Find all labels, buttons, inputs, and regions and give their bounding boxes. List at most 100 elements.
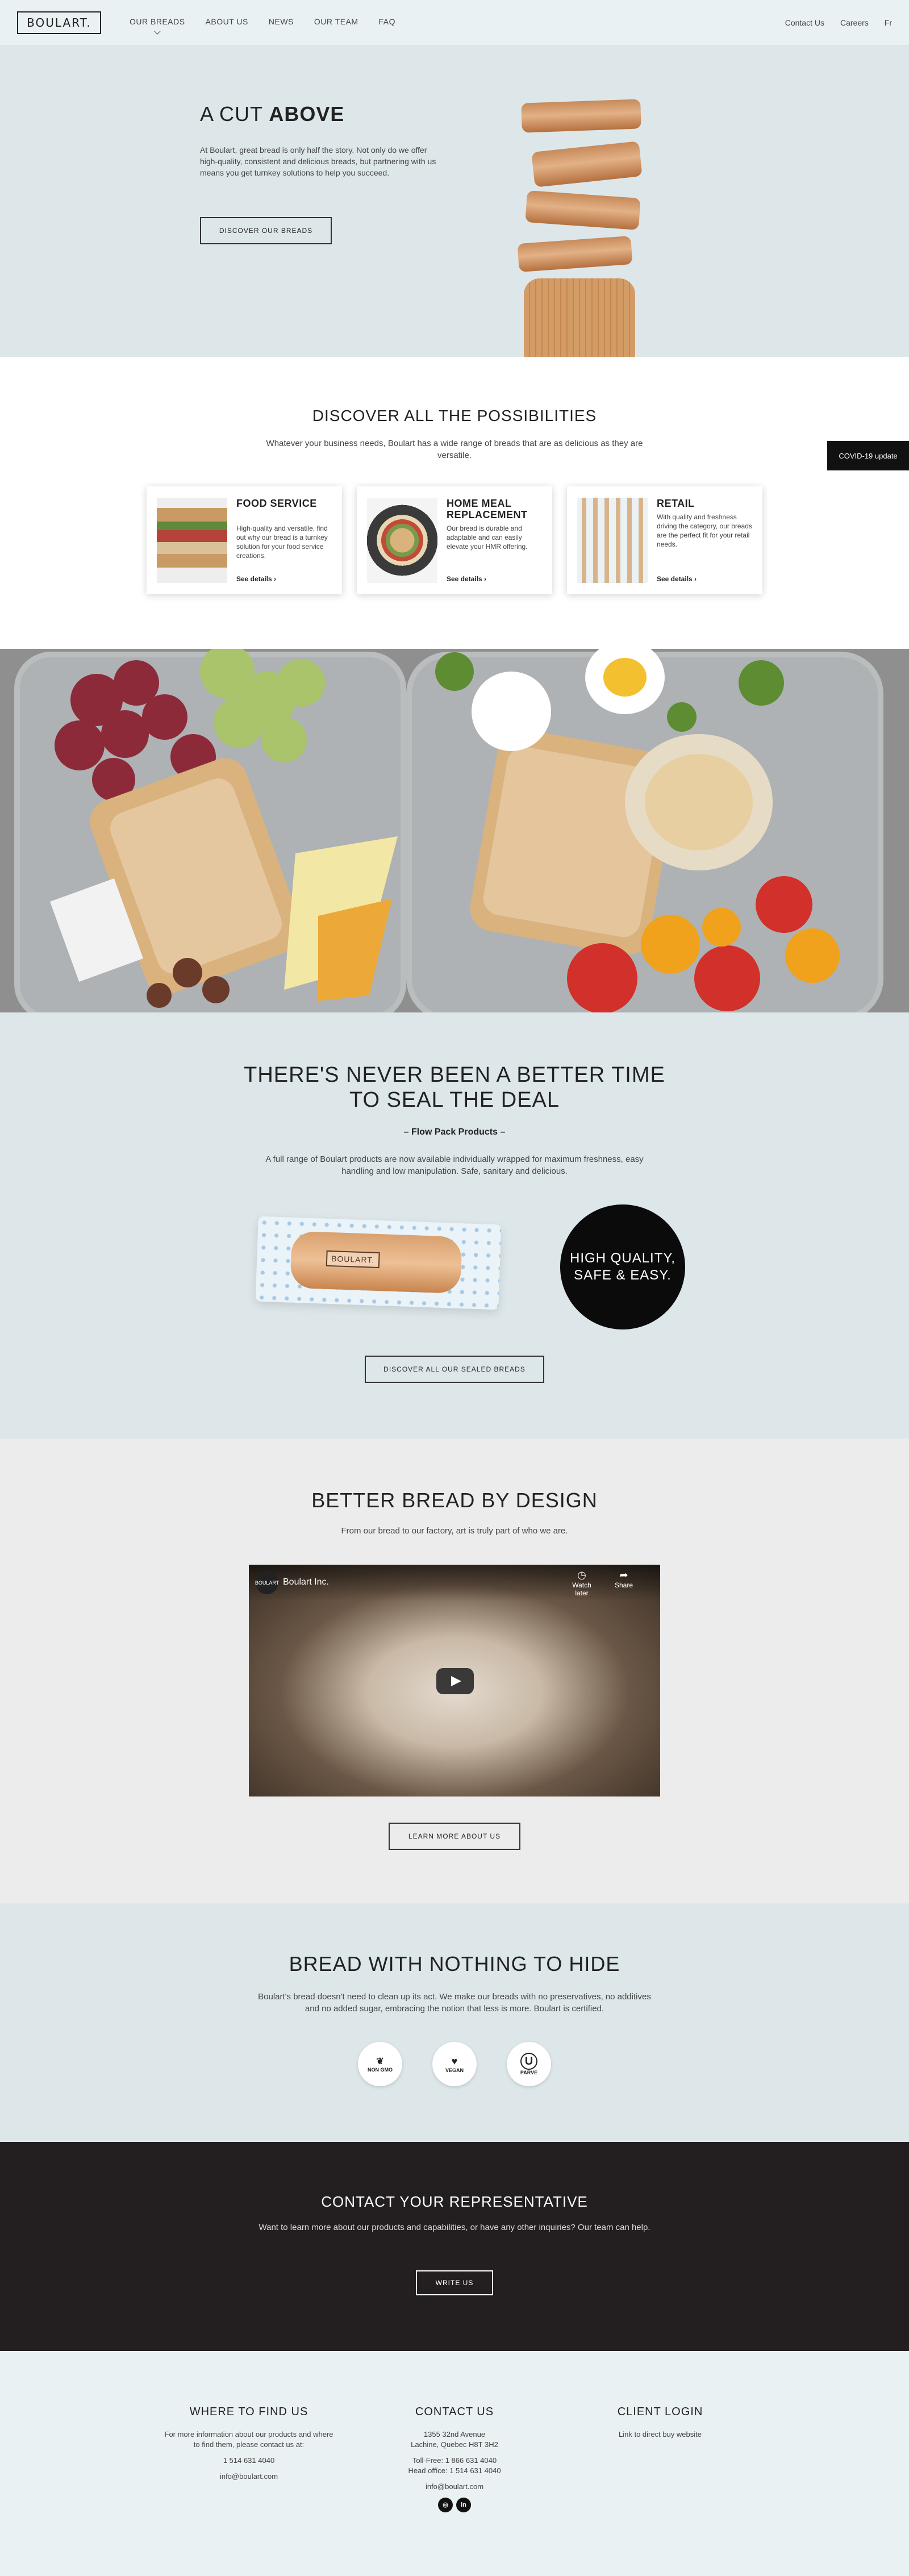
flow-pack-image: BOULART. bbox=[255, 1216, 502, 1310]
discover-breads-button[interactable]: DISCOVER OUR BREADS bbox=[200, 217, 332, 244]
nothing-to-hide-section bbox=[0, 1903, 909, 2142]
watch-later-button[interactable]: ◷ Watch later bbox=[565, 1569, 599, 1597]
butterfly-icon: ❦ bbox=[376, 2057, 384, 2066]
language-toggle[interactable]: Fr bbox=[885, 18, 892, 27]
footer-address-line1: 1355 32nd Avenue bbox=[423, 2430, 486, 2439]
see-details-link[interactable]: See details › bbox=[447, 575, 486, 583]
learn-more-button[interactable]: LEARN MORE ABOUT US bbox=[389, 1823, 520, 1850]
design-subtitle: From our bread to our factory, art is tr… bbox=[341, 1526, 568, 1536]
footer-head-office[interactable]: Head office: 1 514 631 4040 bbox=[369, 2466, 540, 2476]
footer-tollfree[interactable]: Toll-Free: 1 866 631 4040 bbox=[369, 2456, 540, 2466]
baguette-bags-image bbox=[577, 498, 648, 583]
seal-title: THERE'S NEVER BEEN A BETTER TIME TO SEAL … bbox=[0, 1062, 909, 1112]
card-title: FOOD SERVICE bbox=[236, 498, 317, 509]
footer-phone[interactable]: 1 514 631 4040 bbox=[164, 2456, 334, 2466]
card-text: High-quality and versatile, find out why… bbox=[236, 524, 328, 560]
channel-avatar[interactable]: BOULART bbox=[255, 1572, 279, 1594]
card-food-service[interactable]: FOOD SERVICE High-quality and versatile,… bbox=[147, 486, 342, 594]
card-home-meal-replacement[interactable]: HOME MEAL REPLACEMENT Our bread is durab… bbox=[357, 486, 552, 594]
nav-our-breads[interactable]: OUR BREADS bbox=[130, 17, 185, 35]
parve-badge-icon: U PARVE bbox=[507, 2042, 551, 2086]
vegan-badge-icon: ♥ VEGAN bbox=[432, 2042, 477, 2086]
see-details-label: See details bbox=[447, 575, 482, 583]
seal-title-line1: THERE'S NEVER BEEN A BETTER TIME bbox=[244, 1063, 665, 1087]
seal-text: A full range of Boulart products are now… bbox=[265, 1154, 644, 1176]
card-retail[interactable]: RETAIL With quality and freshness drivin… bbox=[567, 486, 762, 594]
possibilities-title-bold: THE POSSIBILITIES bbox=[438, 407, 597, 424]
nav-faq[interactable]: FAQ bbox=[379, 17, 396, 26]
contact-title: CONTACT YOUR REPRESENTATIVE bbox=[321, 2193, 588, 2210]
possibilities-title-light: DISCOVER ALL bbox=[312, 407, 439, 424]
instagram-icon[interactable]: ◎ bbox=[438, 2498, 453, 2512]
vegan-badge-label: VEGAN bbox=[445, 2067, 464, 2073]
clock-icon: ◷ bbox=[577, 1569, 586, 1581]
contact-us-link[interactable]: Contact Us bbox=[785, 18, 824, 27]
share-label: Share bbox=[614, 1581, 633, 1589]
lunchbox-illustration bbox=[0, 649, 909, 1012]
non-gmo-badge-icon: ❦ NON GMO bbox=[358, 2042, 402, 2086]
quality-badge-line1: HIGH QUALITY, bbox=[570, 1251, 676, 1266]
bread-slice-image bbox=[517, 236, 633, 272]
bread-slice-image bbox=[525, 190, 641, 230]
possibilities-subtitle: Whatever your business needs, Boulart ha… bbox=[266, 439, 643, 460]
kosher-u-icon: U bbox=[520, 2053, 537, 2070]
hero-title-light: A CUT bbox=[200, 102, 269, 126]
footer-find-us: WHERE TO FIND US For more information ab… bbox=[164, 2406, 334, 2487]
nav-our-team[interactable]: OUR TEAM bbox=[314, 17, 358, 26]
footer-contact-email[interactable]: info@boulart.com bbox=[369, 2482, 540, 2492]
nav-news[interactable]: NEWS bbox=[269, 17, 294, 26]
chevron-right-icon: › bbox=[274, 575, 277, 583]
nav-our-breads-label: OUR BREADS bbox=[130, 17, 185, 26]
card-title: RETAIL bbox=[657, 498, 695, 509]
careers-link[interactable]: Careers bbox=[840, 18, 869, 27]
share-button[interactable]: ➦ Share bbox=[607, 1569, 641, 1589]
hide-title: BREAD WITH NOTHING TO HIDE bbox=[289, 1952, 620, 1975]
card-title: HOME MEAL REPLACEMENT bbox=[447, 498, 528, 520]
footer-client-link[interactable]: Link to direct buy website bbox=[575, 2429, 745, 2440]
social-links: ◎ in bbox=[369, 2498, 540, 2512]
bread-loaf-image bbox=[524, 278, 635, 357]
write-us-button[interactable]: WRITE US bbox=[416, 2270, 493, 2295]
nav-about-us[interactable]: ABOUT US bbox=[206, 17, 248, 26]
chevron-down-icon bbox=[154, 28, 161, 35]
contact-text: Want to learn more about our products an… bbox=[258, 2223, 651, 2232]
bread-slice-image bbox=[531, 141, 643, 187]
hero-section bbox=[0, 45, 909, 357]
footer-address-line2: Lachine, Quebec H8T 3H2 bbox=[411, 2440, 498, 2449]
pack-label: BOULART. bbox=[326, 1250, 380, 1269]
hero-text: At Boulart, great bread is only half the… bbox=[200, 145, 436, 177]
hero-title: A CUT ABOVE bbox=[200, 102, 344, 126]
watch-later-label: Watch later bbox=[572, 1581, 591, 1597]
design-title: BETTER BREAD BY DESIGN bbox=[311, 1489, 598, 1512]
lunchbox-photo bbox=[0, 649, 909, 1012]
bread-slice-image bbox=[521, 99, 641, 133]
parve-badge-label: PARVE bbox=[520, 2070, 538, 2075]
seal-subtitle: – Flow Pack Products – bbox=[403, 1127, 506, 1137]
video-channel-title[interactable]: Boulart Inc. bbox=[283, 1577, 329, 1587]
footer-client-title: CLIENT LOGIN bbox=[617, 2406, 703, 2418]
chevron-right-icon: › bbox=[484, 575, 487, 583]
boulart-logo[interactable]: BOULART. bbox=[17, 11, 101, 34]
see-details-link[interactable]: See details › bbox=[236, 575, 276, 583]
linkedin-icon[interactable]: in bbox=[456, 2498, 471, 2512]
see-details-link[interactable]: See details › bbox=[657, 575, 697, 583]
footer-email[interactable]: info@boulart.com bbox=[164, 2471, 334, 2482]
hide-text: Boulart's bread doesn't need to clean up… bbox=[258, 1992, 651, 2014]
footer-contact-title: CONTACT US bbox=[415, 2406, 494, 2418]
main-nav: OUR BREADS ABOUT US NEWS OUR TEAM FAQ bbox=[130, 17, 396, 35]
youtube-video-player[interactable]: BOULART Boulart Inc. ◷ Watch later ➦ Share bbox=[249, 1565, 660, 1796]
card-text: With quality and freshness driving the c… bbox=[657, 513, 752, 548]
play-button-icon[interactable] bbox=[436, 1668, 474, 1694]
sandwich-image bbox=[157, 498, 227, 583]
covid-update-button[interactable]: COVID-19 update bbox=[827, 441, 909, 470]
discover-sealed-breads-button[interactable]: DISCOVER ALL OUR SEALED BREADS bbox=[365, 1356, 544, 1383]
share-icon: ➦ bbox=[619, 1569, 628, 1581]
quality-badge-line2: SAFE & EASY. bbox=[574, 1268, 672, 1283]
chevron-right-icon: › bbox=[694, 575, 697, 583]
contact-section: CONTACT YOUR REPRESENTATIVE Want to lear… bbox=[0, 2142, 909, 2351]
hero-title-bold: ABOVE bbox=[269, 102, 345, 126]
possibilities-title: DISCOVER ALL THE POSSIBILITIES bbox=[0, 407, 909, 425]
utility-nav: Contact Us Careers Fr bbox=[785, 18, 892, 27]
seal-title-line2: TO SEAL THE DEAL bbox=[349, 1088, 560, 1112]
footer-find-text: For more information about our products … bbox=[164, 2430, 333, 2449]
